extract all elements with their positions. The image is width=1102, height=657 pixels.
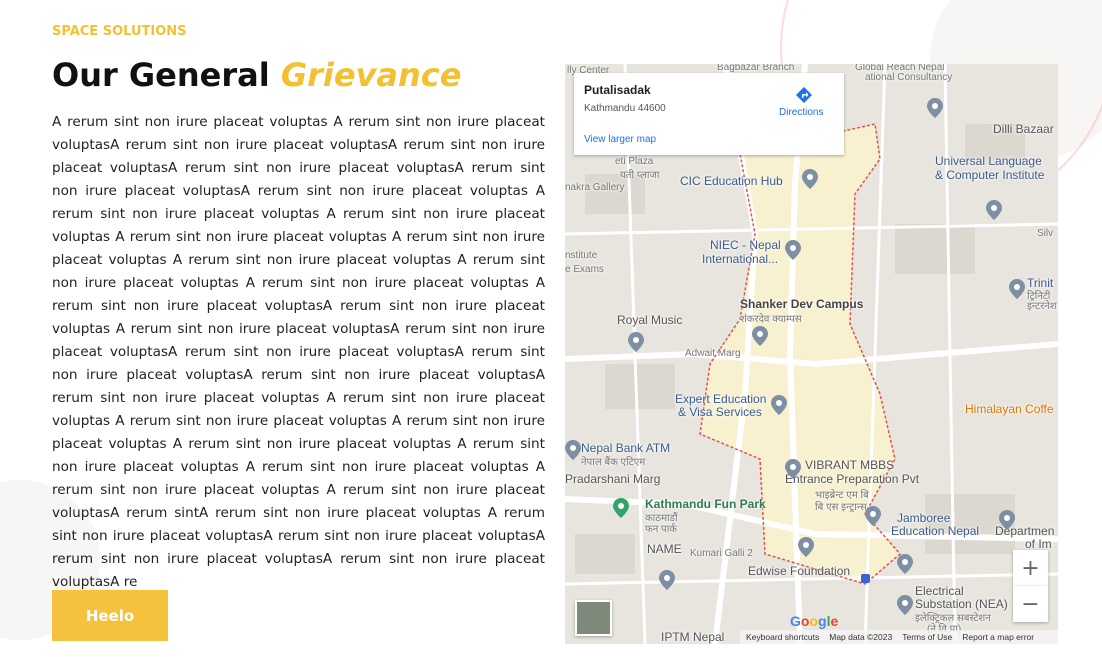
map-label: Electrical <box>915 584 964 598</box>
map-pin-icon[interactable] <box>999 510 1015 530</box>
report-error-link[interactable]: Report a map error <box>962 632 1034 642</box>
directions-link[interactable]: Directions <box>779 107 823 118</box>
map-label: Pradarshani Marg <box>565 472 661 486</box>
section-eyebrow: SPACE SOLUTIONS <box>52 24 187 39</box>
bus-stop-icon <box>861 574 870 583</box>
place-info-card: Putalisadak Kathmandu 44600 View larger … <box>574 73 844 155</box>
map-label: of Im <box>1025 537 1052 551</box>
map-label: ational Consultancy <box>865 72 953 83</box>
map-pin-icon[interactable] <box>771 395 787 415</box>
map-label: Dilli Bazaar <box>993 122 1054 136</box>
title-accent: Grievance <box>280 56 462 94</box>
map-pin-icon[interactable] <box>628 332 644 352</box>
title-plain: Our General <box>52 56 270 94</box>
section-body: A rerum sint non irure placeat voluptas … <box>52 114 545 590</box>
view-larger-map-link[interactable]: View larger map <box>584 134 656 145</box>
map-label: e Exams <box>565 264 604 275</box>
map-pin-icon[interactable] <box>986 200 1002 220</box>
map-label: Nepal Bank ATM <box>581 441 671 455</box>
map-data-text: Map data ©2023 <box>829 632 893 642</box>
map-label: बि एस इन्ट्रान्स <box>815 502 867 513</box>
map-label: Adwait Marg <box>685 348 741 359</box>
map-pin-icon[interactable] <box>897 554 913 574</box>
map-label: Kumari Galli 2 <box>690 548 753 559</box>
google-logo: Google <box>790 613 839 629</box>
directions-icon[interactable] <box>794 85 814 105</box>
map-pin-icon[interactable] <box>865 506 881 526</box>
map-pin-icon[interactable] <box>1009 279 1025 299</box>
map-pin-icon[interactable] <box>798 537 814 557</box>
content-column: SPACE SOLUTIONS Our General Grievance A … <box>52 20 545 594</box>
map-pin-icon[interactable] <box>659 570 675 590</box>
map-label: Royal Music <box>617 313 683 327</box>
map-label: & Computer Institute <box>935 168 1045 182</box>
map-label: Shanker Dev Campus <box>740 297 864 311</box>
map-label: Education Nepal <box>891 524 980 538</box>
map-label: Substation (NEA) <box>915 597 1008 611</box>
zoom-in-button[interactable]: + <box>1013 550 1048 586</box>
map-label: Bagbazar Branch <box>717 64 795 73</box>
map-label: Universal Language <box>935 154 1042 168</box>
map-label: शंकरदेव क्याम्पस <box>740 314 802 325</box>
map-label: NAME <box>647 542 682 556</box>
map-label: Entrance Preparation Pvt <box>785 472 920 486</box>
map-label: फन पार्क <box>645 524 677 535</box>
place-name: Putalisadak <box>584 83 651 97</box>
satellite-layer-toggle[interactable] <box>575 600 612 636</box>
map-pin-icon[interactable] <box>897 595 913 615</box>
map-pin-icon[interactable] <box>613 498 629 518</box>
zoom-out-button[interactable]: − <box>1013 586 1048 622</box>
map-label: Himalayan Coffe <box>965 402 1054 416</box>
map-label: IPTM Nepal <box>661 630 725 644</box>
map-label: नेपाल बैंक एटिएम <box>581 457 646 468</box>
map-pin-icon[interactable] <box>785 459 801 479</box>
map-footer: Keyboard shortcuts Map data ©2023 Terms … <box>740 630 1058 644</box>
map-pin-icon[interactable] <box>802 169 818 189</box>
map-pin-icon[interactable] <box>785 240 801 260</box>
place-address: Kathmandu 44600 <box>584 103 666 114</box>
map-label: यती प्लाजा <box>620 170 660 181</box>
map-label: VIBRANT MBBS <box>805 458 895 472</box>
map-pin-icon[interactable] <box>565 440 581 460</box>
map-label: इन्टरनेश <box>1027 301 1057 312</box>
map-label: CIC Education Hub <box>680 174 783 188</box>
map-label: & Visa Services <box>678 405 762 419</box>
map-label: nstitute <box>565 250 598 261</box>
map-pin-icon[interactable] <box>752 326 768 346</box>
map-label: eti Plaza <box>615 156 654 167</box>
map-pin-icon[interactable] <box>927 98 943 118</box>
map-label: Kathmandu Fun Park <box>645 497 766 511</box>
map-label: Edwise Foundation <box>748 564 851 578</box>
map-label: NIEC - Nepal <box>710 238 781 252</box>
map-label: International... <box>702 252 779 266</box>
keyboard-shortcuts-link[interactable]: Keyboard shortcuts <box>746 632 819 642</box>
heelo-button[interactable]: Heelo <box>52 590 168 641</box>
map-label: Silv <box>1037 228 1054 239</box>
terms-link[interactable]: Terms of Use <box>902 632 952 642</box>
map-label: Expert Education <box>675 392 767 406</box>
map-label: nakra Gallery <box>565 182 625 193</box>
section-title: Our General Grievance <box>52 55 545 95</box>
map-label: Jamboree <box>897 511 951 525</box>
google-map[interactable]: lly Center Bagbazar Branch Global Reach … <box>565 64 1058 644</box>
